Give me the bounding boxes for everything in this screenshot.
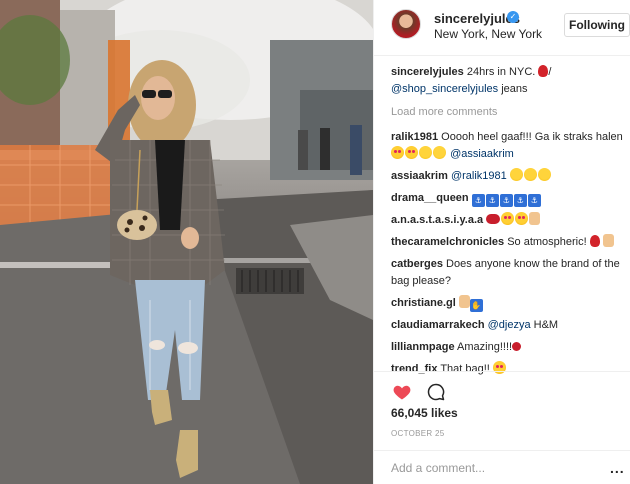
caption-suffix: jeans — [501, 83, 528, 95]
anchor-emoji-icon: ⚓ — [527, 194, 541, 207]
comment-text: So atmospheric! — [507, 236, 587, 248]
post-header: sincerelyjules ✓ New York, New York Foll… — [374, 0, 630, 56]
caption-text: 24hrs in NYC. — [466, 66, 536, 78]
smile-emoji-icon — [523, 168, 537, 181]
rose-emoji-icon — [589, 235, 600, 247]
smile-emoji-icon — [433, 146, 446, 159]
comment-username[interactable]: lillianmpage — [391, 341, 455, 353]
verified-badge-icon: ✓ — [507, 11, 519, 23]
comment-item: thecaramelchronicles So atmospheric! — [391, 234, 625, 251]
caption-mention[interactable]: @shop_sincerelyjules — [391, 83, 498, 95]
comment-username[interactable]: christiane.gl — [391, 297, 456, 309]
comment-item: lillianmpage Amazing!!!! — [391, 339, 625, 356]
smile-emoji-icon — [419, 146, 432, 159]
heart-eyes-emoji-icon — [501, 212, 515, 225]
heart-eyes-emoji-icon — [391, 146, 404, 159]
comment-text: Amazing!!!! — [457, 341, 513, 353]
comment-mention[interactable]: @ralik1981 — [451, 170, 507, 182]
anchor-emoji-icon: ⚓ — [513, 194, 527, 207]
anchor-emoji-icon: ⚓ — [485, 194, 499, 207]
add-comment-bar: ... — [374, 450, 630, 484]
comment-mention[interactable]: @djezya — [488, 319, 531, 331]
avatar[interactable] — [391, 9, 421, 39]
comment-text: Ooooh heel gaaf!!! Ga ik straks halen — [441, 131, 623, 143]
thumbs-up-emoji-icon — [458, 295, 470, 308]
heart-eyes-emoji-icon — [405, 146, 418, 159]
heart-emoji-icon — [512, 342, 522, 351]
comment-item: ralik1981 Ooooh heel gaaf!!! Ga ik strak… — [391, 129, 625, 163]
comment-item: a.n.a.s.t.a.s.i.y.a.a — [391, 212, 625, 229]
hands-emoji-icon: ✋ — [469, 299, 483, 312]
post-side-panel: sincerelyjules ✓ New York, New York Foll… — [373, 0, 630, 484]
smile-emoji-icon — [509, 168, 523, 181]
comment-username[interactable]: ralik1981 — [391, 131, 438, 143]
post-actions — [374, 371, 630, 407]
thumbs-up-emoji-icon — [529, 212, 541, 225]
comment-username[interactable]: assiaakrim — [391, 170, 448, 182]
comment-username[interactable]: thecaramelchronicles — [391, 236, 504, 248]
comment-item: claudiamarrakech @djezya H&M — [391, 317, 625, 334]
comment-item: catberges Does anyone know the brand of … — [391, 256, 625, 290]
comment-item: drama__queen ⚓ ⚓ ⚓ ⚓ ⚓ — [391, 190, 625, 207]
anchor-emoji-icon: ⚓ — [499, 194, 513, 207]
comment-username[interactable]: a.n.a.s.t.a.s.i.y.a.a — [391, 214, 483, 226]
following-button[interactable]: Following — [564, 13, 630, 37]
anchor-emoji-icon: ⚓ — [471, 194, 485, 207]
load-more-comments-link[interactable]: Load more comments — [391, 104, 625, 121]
comment-mention[interactable]: @assiaakrim — [450, 148, 514, 160]
heart-icon[interactable] — [392, 382, 412, 402]
caption-slash: / — [548, 66, 552, 78]
comment-username[interactable]: claudiamarrakech — [391, 319, 485, 331]
comment-item: assiaakrim @ralik1981 — [391, 168, 625, 185]
comment-username[interactable]: drama__queen — [391, 192, 469, 204]
caption: sincerelyjules 24hrs in NYC. / @shop_sin… — [391, 64, 625, 98]
likes-count[interactable]: 66,045 likes — [391, 406, 458, 420]
sparkle-emoji-icon — [602, 234, 614, 247]
rose-emoji-icon — [538, 65, 549, 77]
post-photo[interactable] — [0, 0, 373, 484]
post-date[interactable]: October 25 — [391, 429, 445, 438]
add-comment-input[interactable] — [391, 460, 591, 476]
street-photo-illustration — [0, 0, 373, 484]
caption-username[interactable]: sincerelyjules — [391, 66, 464, 78]
comment-bubble-icon[interactable] — [426, 382, 446, 402]
comment-text: H&M — [533, 319, 559, 331]
heart-eyes-emoji-icon — [515, 212, 529, 225]
comment-item: christiane.gl ✋ — [391, 295, 625, 312]
comment-username[interactable]: catberges — [391, 258, 443, 270]
more-options-icon[interactable]: ... — [610, 460, 625, 476]
comments-list: sincerelyjules 24hrs in NYC. / @shop_sin… — [391, 64, 625, 383]
instagram-post: sincerelyjules ✓ New York, New York Foll… — [0, 0, 630, 484]
lips-emoji-icon — [486, 214, 501, 224]
post-location[interactable]: New York, New York — [434, 27, 542, 41]
smile-emoji-icon — [537, 168, 551, 181]
